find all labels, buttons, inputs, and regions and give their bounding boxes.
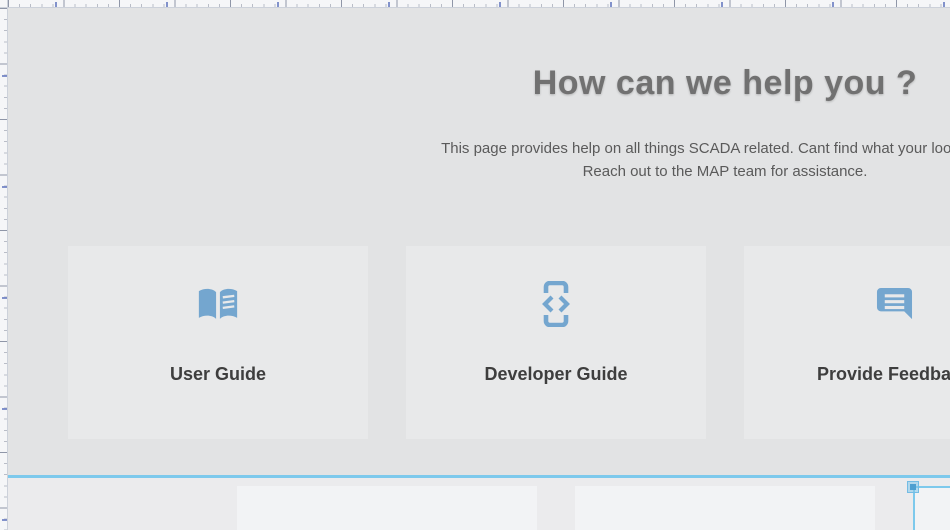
help-cards-row: User Guide Developer Guide: [68, 246, 950, 439]
help-page: How can we help you ? This page provides…: [8, 8, 950, 530]
feedback-bubble-icon: [875, 280, 914, 328]
lower-section: [8, 478, 950, 530]
panel-placeholder[interactable]: [575, 486, 875, 530]
selection-resize-handle[interactable]: [907, 481, 919, 493]
subtitle-line-2: Reach out to the MAP team for assistance…: [8, 160, 950, 183]
phone-code-icon: [537, 280, 575, 328]
ruler-corner: [0, 0, 8, 8]
user-guide-label: User Guide: [170, 364, 266, 385]
page-title: How can we help you ?: [8, 64, 950, 103]
design-canvas[interactable]: How can we help you ? This page provides…: [8, 8, 950, 530]
developer-guide-label: Developer Guide: [484, 364, 627, 385]
vertical-ruler: [0, 8, 8, 530]
horizontal-ruler: [8, 0, 950, 8]
provide-feedback-card[interactable]: Provide Feedback: [744, 246, 950, 439]
provide-feedback-label: Provide Feedback: [817, 364, 950, 385]
open-book-icon: [196, 280, 240, 328]
subtitle-line-1: This page provides help on all things SC…: [8, 137, 950, 160]
user-guide-card[interactable]: User Guide: [68, 246, 368, 439]
developer-guide-card[interactable]: Developer Guide: [406, 246, 706, 439]
page-subtitle: This page provides help on all things SC…: [8, 137, 950, 183]
designer-viewport: How can we help you ? This page provides…: [0, 0, 950, 530]
panel-placeholder[interactable]: [237, 486, 537, 530]
